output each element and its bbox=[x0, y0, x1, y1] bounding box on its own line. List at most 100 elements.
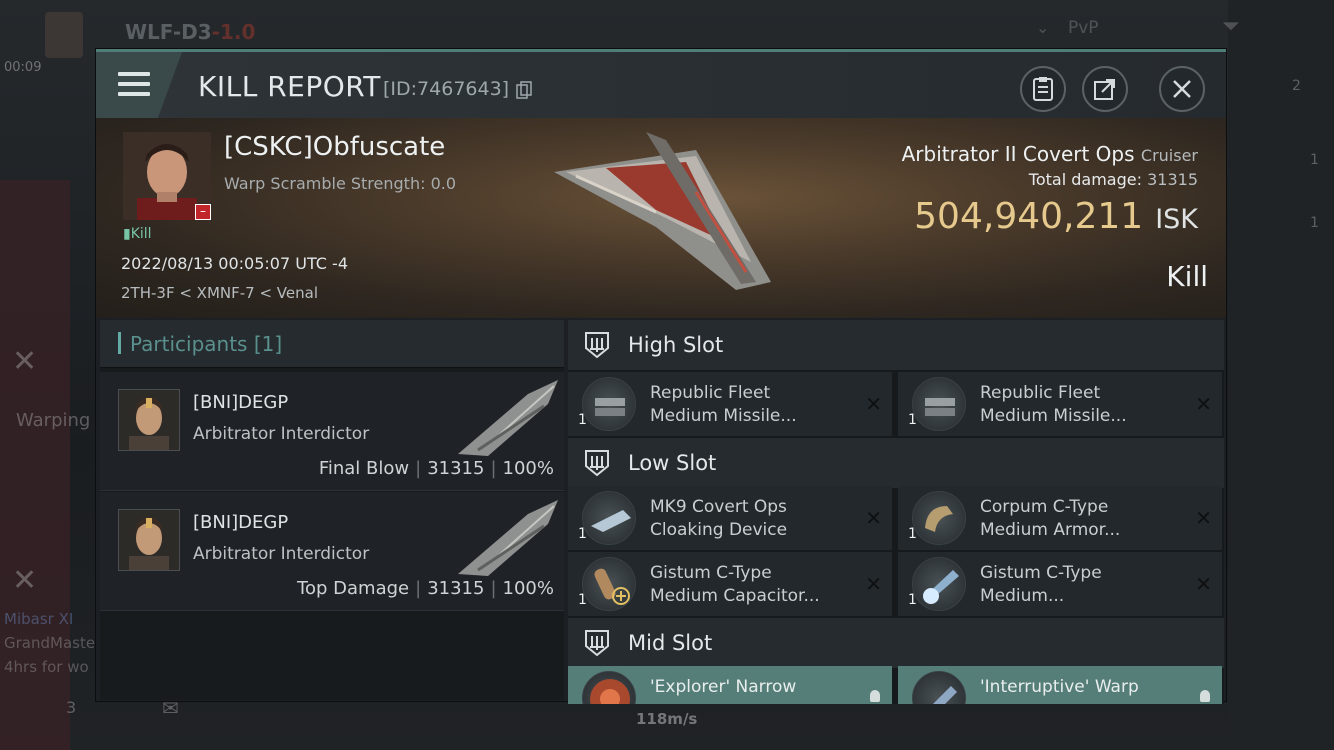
report-result: Kill bbox=[1166, 260, 1208, 293]
pilot-portrait-image bbox=[119, 390, 179, 450]
module-name: Republic Fleet Medium Missile... bbox=[980, 383, 1127, 426]
close-button[interactable] bbox=[1159, 66, 1205, 112]
low-slot-header: Low Slot bbox=[568, 438, 1224, 488]
warping-label: Warping bbox=[16, 410, 91, 431]
mid-slot-title: Mid Slot bbox=[628, 631, 713, 655]
participants-header: Participants [1] bbox=[100, 320, 564, 368]
clipboard-button[interactable] bbox=[1020, 66, 1066, 112]
fitting-panel: High Slot 1 Republic Fleet Medium Missile… bbox=[568, 320, 1224, 704]
participant-ship-image bbox=[458, 500, 558, 576]
module-name: Gistum C-Type Medium... bbox=[980, 563, 1102, 606]
share-icon bbox=[1094, 79, 1115, 100]
right-count: 2 bbox=[1292, 78, 1301, 94]
low-slot-title: Low Slot bbox=[628, 451, 717, 475]
destroyed-icon: ✕ bbox=[865, 572, 882, 596]
destroyed-icon: ✕ bbox=[1195, 506, 1212, 530]
participant-ship: Arbitrator Interdictor bbox=[193, 544, 370, 564]
kill-id: [ID:7467643] bbox=[383, 78, 510, 100]
warp-scramble-strength: Warp Scramble Strength: 0.0 bbox=[224, 174, 457, 193]
armor-icon bbox=[912, 491, 966, 545]
mid-slot-icon bbox=[585, 630, 609, 657]
participant-portrait[interactable] bbox=[118, 389, 180, 451]
victim-ship-image[interactable] bbox=[546, 132, 776, 297]
kill-tag: ▮Kill bbox=[123, 226, 152, 242]
header-accent-bar bbox=[118, 332, 121, 354]
module-name: 'Explorer' Narrow bbox=[650, 677, 797, 697]
module-quantity: 1 bbox=[578, 412, 587, 428]
pilot-avatar[interactable] bbox=[45, 12, 83, 58]
share-button[interactable] bbox=[1082, 66, 1128, 112]
dropped-icon bbox=[1200, 690, 1210, 702]
module-item[interactable]: 1 Gistum C-Type Medium... ✕ bbox=[898, 552, 1222, 616]
chevron-down-icon[interactable]: ⌄ bbox=[1036, 18, 1049, 37]
module-quantity: 1 bbox=[908, 592, 917, 608]
high-slot-title: High Slot bbox=[628, 333, 724, 357]
module-quantity: 1 bbox=[578, 526, 587, 542]
victim-summary: – [CSKC]Obfuscate Warp Scramble Strength… bbox=[96, 118, 1226, 318]
module-name: 'Interruptive' Warp bbox=[980, 677, 1139, 697]
participant-name: [BNI]DEGP bbox=[193, 392, 289, 413]
kill-datetime: 2022/08/13 00:05:07 UTC -4 bbox=[121, 254, 349, 273]
participant-row[interactable]: [BNI]DEGP Arbitrator Interdictor Final B… bbox=[100, 372, 564, 491]
destroyed-icon: ✕ bbox=[865, 392, 882, 416]
kill-report-header: KILL REPORT [ID:7467643] bbox=[96, 52, 1226, 118]
mid-slot-header: Mid Slot bbox=[568, 618, 1224, 668]
module-item[interactable]: 1 Republic Fleet Medium Missile... ✕ bbox=[568, 372, 892, 436]
low-slot-icon bbox=[585, 450, 609, 477]
module-name: Republic Fleet Medium Missile... bbox=[650, 383, 797, 426]
clipboard-icon bbox=[1033, 77, 1053, 101]
scanner-icon bbox=[582, 671, 636, 704]
participant-stats: Top Damage | 31315 | 100% bbox=[297, 578, 554, 599]
close-icon bbox=[1173, 80, 1191, 98]
participants-title: Participants [1] bbox=[130, 332, 283, 356]
victim-ship[interactable]: Arbitrator II Covert Ops Cruiser bbox=[902, 142, 1198, 166]
participant-stats: Final Blow | 31315 | 100% bbox=[318, 458, 554, 479]
right-count: 1 bbox=[1310, 152, 1319, 168]
close-icon[interactable]: ✕ bbox=[12, 563, 37, 598]
participant-ship: Arbitrator Interdictor bbox=[193, 424, 370, 444]
module-name: Corpum C-Type Medium Armor... bbox=[980, 497, 1121, 540]
close-icon[interactable]: ✕ bbox=[12, 344, 37, 379]
high-slot-header: High Slot bbox=[568, 320, 1224, 370]
menu-button[interactable] bbox=[96, 52, 182, 118]
participant-row[interactable]: [BNI]DEGP Arbitrator Interdictor Top Dam… bbox=[100, 492, 564, 611]
copy-icon[interactable] bbox=[516, 81, 532, 99]
pilot-portrait-image bbox=[119, 510, 179, 570]
launcher-icon bbox=[582, 377, 636, 431]
chat-time: 4hrs for wo bbox=[4, 658, 89, 676]
bottom-count: 3 bbox=[66, 698, 77, 717]
power-icon bbox=[912, 557, 966, 611]
chat-name: Mibasr XI bbox=[4, 610, 74, 628]
capacitor-icon bbox=[582, 557, 636, 611]
menu-icon bbox=[118, 72, 150, 98]
speed-readout: 118m/s bbox=[636, 710, 698, 728]
isk-value: 504,940,211 ISK bbox=[914, 196, 1198, 237]
module-quantity: 1 bbox=[578, 592, 587, 608]
kill-report-panel: KILL REPORT [ID:7467643] – [CSKC]Obfusca… bbox=[96, 49, 1226, 704]
cloak-icon bbox=[582, 491, 636, 545]
module-item[interactable]: 'Interruptive' Warp bbox=[898, 666, 1222, 704]
module-item[interactable]: 'Explorer' Narrow bbox=[568, 666, 892, 704]
system-name[interactable]: WLF-D3-1.0 bbox=[125, 20, 255, 44]
module-name: MK9 Covert Ops Cloaking Device bbox=[650, 497, 788, 540]
high-slot-icon bbox=[585, 332, 609, 359]
dropped-icon bbox=[870, 690, 880, 702]
participant-portrait[interactable] bbox=[118, 509, 180, 571]
victim-name[interactable]: [CSKC]Obfuscate bbox=[224, 132, 445, 162]
filter-icon[interactable]: ⏷ bbox=[1222, 14, 1240, 39]
participant-ship-image bbox=[458, 380, 558, 456]
kill-location[interactable]: 2TH-3F < XMNF-7 < Venal bbox=[121, 284, 318, 302]
module-quantity: 1 bbox=[908, 412, 917, 428]
module-item[interactable]: 1 Corpum C-Type Medium Armor... ✕ bbox=[898, 486, 1222, 550]
module-item[interactable]: 1 Republic Fleet Medium Missile... ✕ bbox=[898, 372, 1222, 436]
module-quantity: 1 bbox=[908, 526, 917, 542]
warp-disruptor-icon bbox=[912, 671, 966, 704]
pvp-filter[interactable]: PvP bbox=[1068, 18, 1099, 38]
total-damage: Total damage: 31315 bbox=[1028, 170, 1198, 189]
module-name: Gistum C-Type Medium Capacitor... bbox=[650, 563, 820, 606]
destroyed-icon: ✕ bbox=[1195, 392, 1212, 416]
module-item[interactable]: 1 MK9 Covert Ops Cloaking Device ✕ bbox=[568, 486, 892, 550]
page-title: KILL REPORT bbox=[198, 70, 381, 103]
right-count: 1 bbox=[1310, 215, 1319, 231]
module-item[interactable]: 1 Gistum C-Type Medium Capacitor... ✕ bbox=[568, 552, 892, 616]
